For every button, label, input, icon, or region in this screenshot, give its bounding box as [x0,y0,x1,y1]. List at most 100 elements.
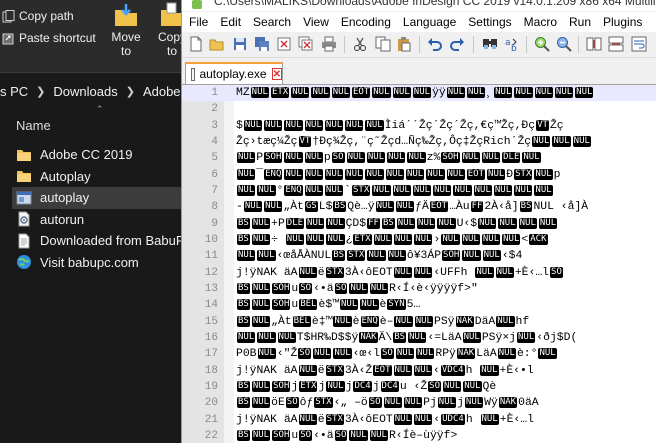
line-number: 1 [211,87,218,99]
control-char-badge: NUL [326,217,345,229]
move-to-button[interactable]: Move to [104,0,148,68]
control-char-badge: NUL [331,87,350,98]
address-bar[interactable]: s PC ❯ Downloads ❯ Adobe InD [0,79,204,103]
editor-line[interactable]: 6 NUL ¯ ENQ NUL NUL NUL NUL NUL NUL NUL NUL NUL EOT NU… [182,167,656,183]
paste-shortcut-button[interactable]: Paste shortcut [2,28,96,48]
copy-icon[interactable] [375,36,391,52]
zoom-in-icon[interactable] [534,36,550,52]
menu-encoding[interactable]: Encoding [335,12,397,32]
text-run: ôƒ [299,397,314,410]
control-char-badge: NUL [277,331,296,343]
undo-icon[interactable] [427,36,443,52]
text-run: ¿ [345,233,353,246]
editor-line[interactable]: 15 BS NUL „Àt BEL è‡™ NUL è ENQ è– NUL NUL PSÿ NAK DäA… [182,314,656,330]
save-all-icon[interactable] [254,36,270,52]
text-editor[interactable]: 1 MZ NUL ETX NUL NUL NUL EOT NUL NUL NUL ÿÿ NUL NUL ¸ N… [182,85,656,443]
file-item-visit-babupc[interactable]: Visit babupc.com [12,252,202,274]
editor-line[interactable]: 22 BS NUL SOH u SO ‹•ä SO NUL NUL R‹Íè–ùÿÿf> [182,428,656,443]
editor-line[interactable]: 3 $ NUL NUL NUL NUL NUL NUL NUL Ìiá´´Žç´Žç´Žç,€ç™… [182,118,656,134]
breadcrumb-downloads[interactable]: Downloads [53,84,117,99]
paste-shortcut-label: Paste shortcut [19,31,96,45]
zoom-out-icon[interactable] [556,36,572,52]
control-char-badge: NUL [251,217,271,229]
tab-label: autoplay.exe [199,67,267,81]
menu-language[interactable]: Language [397,12,462,32]
close-file-icon[interactable] [276,36,292,52]
editor-line[interactable]: 17 P0B NUL ‹"Ž SO NUL NUL ‹œ‹l SO NUL NUL RPÿ NAK LäA… [182,346,656,362]
text-run: hf [515,315,530,328]
menu-edit[interactable]: Edit [214,12,247,32]
editor-line[interactable]: 2 [182,101,656,117]
copy-path-icon [2,9,15,23]
sync-vertical-icon[interactable] [586,36,602,52]
file-item-autoplay-exe[interactable]: autoplay [12,187,202,209]
editor-line[interactable]: 18 j!ÿNAK äA NUL ë STX 3À‹Ž EOT NUL NUL ‹ VDC4 h NU… [182,363,656,379]
save-icon[interactable] [232,36,248,52]
control-char-badge: ETX [353,233,372,245]
text-run: 2À‹å] [484,201,519,214]
editor-line[interactable]: 19 BS NUL SOH j ETX j NUL j DC4 j DC4 u ‹Ž SO NUL NUL Qè [182,379,656,395]
file-item-autoplay-folder[interactable]: Autoplay [12,166,202,188]
editor-line[interactable]: 12 j!ÿNAK äA NUL ë STX 3À‹ôEOT NUL NUL ‹UFFh NUL… [182,265,656,281]
menu-plugins[interactable]: Plugins [597,12,648,32]
editor-line[interactable]: 9 BS NUL +P DLE NUL NUL ÇD$ FF BS NUL NUL NUL U‹$ NUL N… [182,216,656,232]
file-name: autoplay [40,190,90,206]
file-item-downloaded-from[interactable]: Downloaded from BabuPC. [12,230,202,252]
control-char-badge: EOT [429,201,449,213]
editor-line[interactable]: 8- NUL NUL „Àt GS L$ BS Qè…ÿ NUL NUL ƒÄ EOT …Àu FF 2À‹… [182,199,656,215]
copy-path-button[interactable]: Copy path [2,6,74,26]
text-run: ô¥3ÁP [406,250,442,263]
menu-view[interactable]: View [297,12,335,32]
tab-autoplay-exe[interactable]: autoplay.exe ✕ [185,62,283,84]
control-char-badge: BS [237,233,250,245]
menu-file[interactable]: File [182,12,214,32]
editor-line[interactable]: 7 NUL NUL ° ENQ NUL NUL ` STX NUL NUL NUL NUL NUL NUL N… [182,183,656,199]
control-char-badge: NUL [393,364,412,376]
replace-icon[interactable]: ab [504,36,520,52]
cut-icon[interactable] [352,36,368,52]
paste-icon[interactable] [396,36,412,52]
sync-horizontal-icon[interactable] [608,36,624,52]
control-char-badge: NUL [298,266,317,278]
control-char-badge: NUL [538,348,557,360]
editor-line[interactable]: 10 BS NUL ÷ NUL NUL NUL ¿ ETX NUL NUL NUL › NUL NUL NU… [182,232,656,248]
title-bar[interactable]: C:\Users\MALIKS\Downloads\Adobe InDesign… [182,0,656,11]
text-run: ‹$4 [501,250,523,263]
text-run: Žç›tæç¼Žç [236,135,298,148]
close-tab-icon[interactable]: ✕ [271,68,282,80]
word-wrap-icon[interactable] [631,36,647,52]
redo-icon[interactable] [449,36,465,52]
editor-line[interactable]: 5 NUL P SOH NUL NUL p SO NUL NUL NUL NUL z% SOH NUL NUL… [182,150,656,166]
editor-line[interactable]: 11 NUL NUL ‹œåÅÀNUL BS STX NUL NUL ô¥3ÁP SOH NUL NU… [182,248,656,264]
editor-line[interactable]: 13 BS NUL SOH u SO ‹•ä SO NUL NUL R‹Í‹è‹ÿÿÿÿf>" [182,281,656,297]
menu-run[interactable]: Run [563,12,597,32]
control-char-badge: FF [367,217,380,229]
menu-search[interactable]: Search [247,12,297,32]
line-text: Žç›tæç¼Žç VT †Ðç¾Žç,¨ç˜Žçd…Ñç‰Žç,Ôç‡ŽçRich… [236,134,656,150]
control-char-badge: NUL [575,87,594,98]
open-file-icon[interactable] [209,36,225,52]
control-char-badge: NUL [467,87,486,98]
editor-line[interactable]: 4 Žç›tæç¼Žç VT †Ðç¾Žç,¨ç˜Žçd…Ñç‰Žç,Ôç‡ŽçRic… [182,134,656,150]
menu-macro[interactable]: Macro [518,12,563,32]
control-char-badge: NUL [414,315,433,327]
editor-line[interactable]: 20 BS NUL öE SO ôƒ STX ‹„ –ö SO NUL NUL Pj NUL j NUL Wÿ… [182,395,656,411]
close-all-icon[interactable] [298,36,314,52]
editor-line[interactable]: 14 BS NUL SOH u BEL è$™ NUL NUL è SYN 5… [182,297,656,313]
control-char-badge: DLE [502,152,521,164]
editor-line[interactable]: 21 j!ÿNAK äA NUL ë STX 3À‹ôEOT NUL NUL ‹ UDC4 h NU… [182,412,656,428]
exe-icon [16,191,32,205]
breadcrumb-this-pc[interactable]: s PC [0,84,28,99]
print-icon[interactable] [321,36,337,52]
editor-line[interactable]: 16 NUL NUL NUL T$HR‰D$$ÿ NAK Ä\ BS NUL ‹=LäA NUL PS… [182,330,656,346]
file-item-autorun[interactable]: autorun [12,209,202,231]
text-run: ‹ [433,364,440,377]
new-file-icon[interactable] [188,36,204,52]
file-item-adobe-cc-2019[interactable]: Adobe CC 2019 [12,144,202,166]
text-run: j [457,397,464,410]
editor-line[interactable]: 1 MZ NUL ETX NUL NUL NUL EOT NUL NUL NUL ÿÿ NUL NUL ¸ N… [182,85,656,102]
menu-settings[interactable]: Settings [462,12,517,32]
paste-shortcut-icon [2,32,15,45]
find-icon[interactable] [482,36,498,52]
name-column-header[interactable]: Name [16,118,51,133]
